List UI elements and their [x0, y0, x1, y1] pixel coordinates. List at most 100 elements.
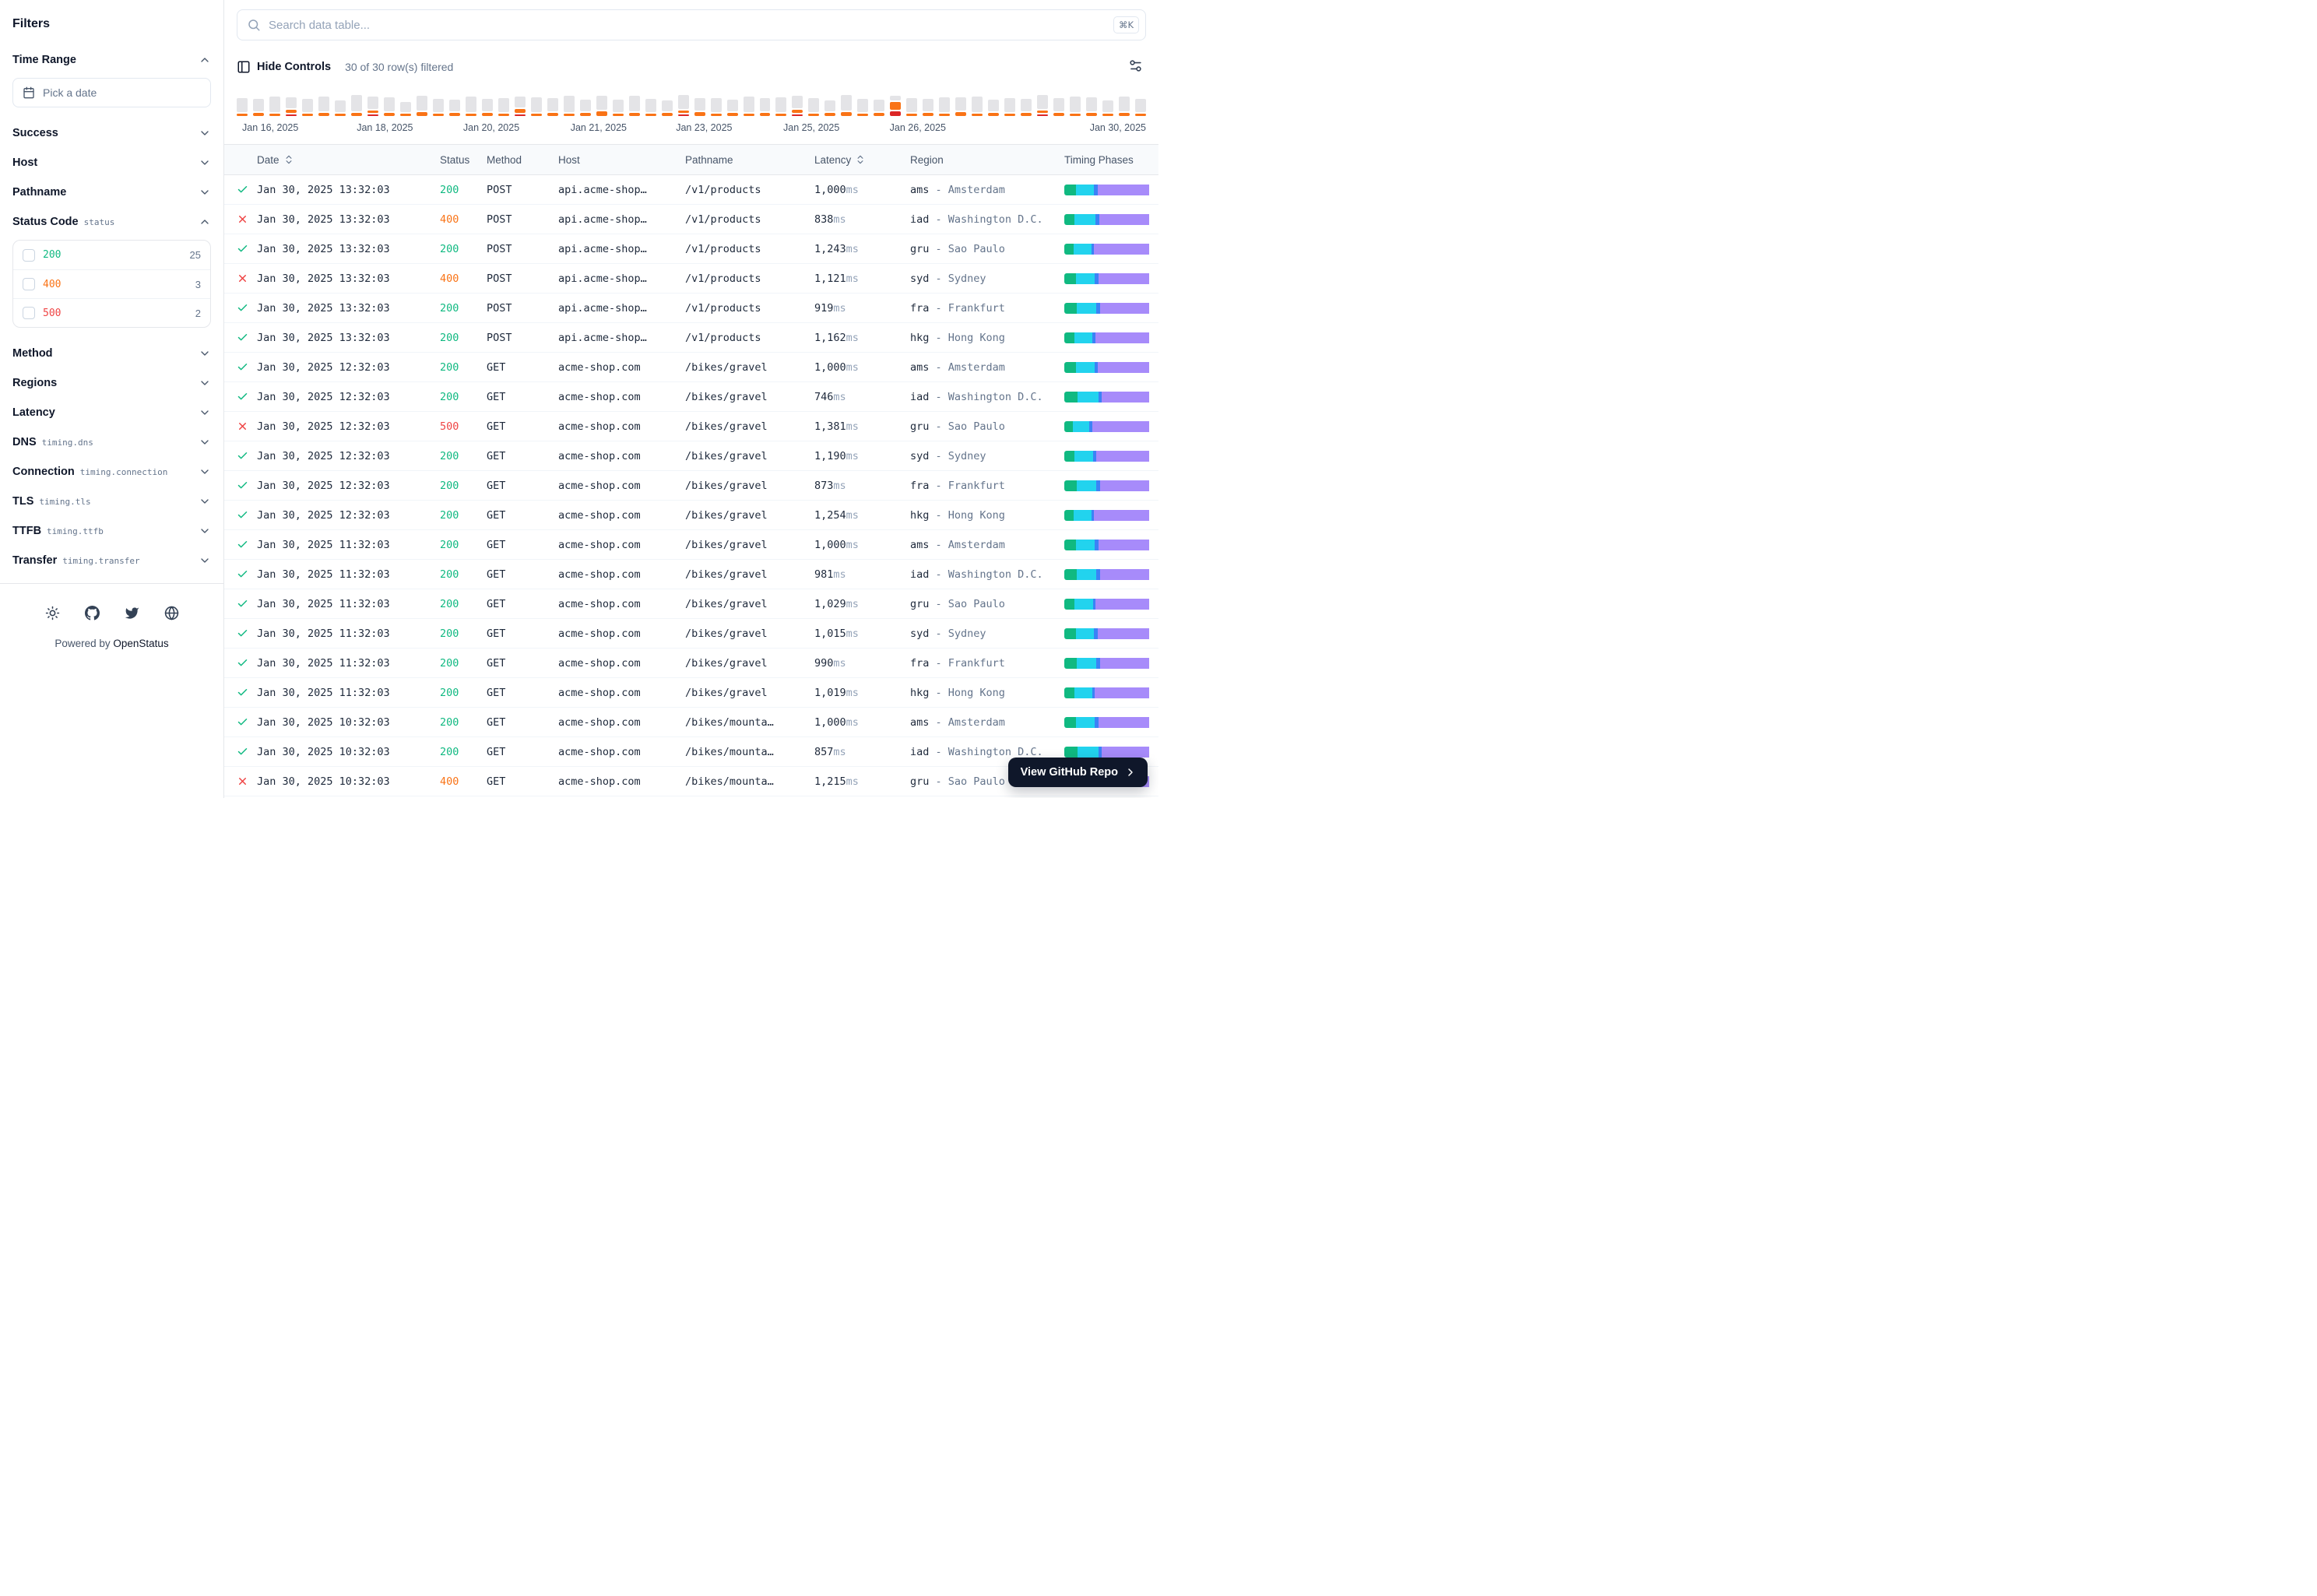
filter-section-transfer[interactable]: Transfertiming.transfer	[12, 546, 211, 575]
date-picker-trigger[interactable]: Pick a date	[12, 78, 211, 107]
filter-section-tls[interactable]: TLStiming.tls	[12, 487, 211, 516]
table-row[interactable]: Jan 30, 2025 12:32:03500GETacme-shop.com…	[224, 412, 1158, 441]
table-row[interactable]: Jan 30, 2025 12:32:03200GETacme-shop.com…	[224, 382, 1158, 412]
search-input[interactable]	[269, 19, 1106, 32]
timeline-bar[interactable]	[678, 95, 689, 116]
theme-toggle-sun-icon[interactable]	[44, 604, 62, 622]
view-options-button[interactable]	[1125, 55, 1146, 79]
timeline-bar[interactable]	[1135, 95, 1146, 116]
table-row[interactable]: Jan 30, 2025 13:32:03200POSTapi.acme-sho…	[224, 294, 1158, 323]
table-row[interactable]: Jan 30, 2025 12:32:03200GETacme-shop.com…	[224, 471, 1158, 501]
timeline-bar[interactable]	[824, 95, 835, 116]
filter-section-time-range[interactable]: Time Range	[12, 45, 211, 75]
filter-section-status-code[interactable]: Status Codestatus	[12, 207, 211, 237]
status-option-200[interactable]: 20025	[13, 241, 210, 269]
timeline-bar[interactable]	[727, 95, 738, 116]
timeline-bar[interactable]	[318, 95, 329, 116]
view-github-repo-button[interactable]: View GitHub Repo	[1008, 758, 1148, 787]
checkbox[interactable]	[23, 249, 35, 262]
table-row[interactable]: Jan 30, 2025 13:32:03200POSTapi.acme-sho…	[224, 323, 1158, 353]
timeline-bar[interactable]	[596, 95, 607, 116]
table-row[interactable]: Jan 30, 2025 12:32:03200GETacme-shop.com…	[224, 501, 1158, 530]
timeline-bar[interactable]	[988, 95, 999, 116]
timeline-bar[interactable]	[515, 95, 526, 116]
timeline-bar[interactable]	[400, 95, 411, 116]
github-icon[interactable]	[83, 604, 101, 622]
timeline-bar[interactable]	[939, 95, 950, 116]
timeline-bar[interactable]	[955, 95, 966, 116]
timeline-bar[interactable]	[874, 95, 884, 116]
table-row[interactable]: Jan 30, 2025 11:32:03200GETacme-shop.com…	[224, 678, 1158, 708]
table-row[interactable]: Jan 30, 2025 10:32:03200GETacme-shop.com…	[224, 708, 1158, 737]
timeline-bar[interactable]	[1102, 95, 1113, 116]
table-row[interactable]: Jan 30, 2025 13:32:03200POSTapi.acme-sho…	[224, 234, 1158, 264]
table-row[interactable]: Jan 30, 2025 12:32:03200GETacme-shop.com…	[224, 353, 1158, 382]
timeline-bar[interactable]	[662, 95, 673, 116]
timeline-bar[interactable]	[613, 95, 624, 116]
timeline-bar[interactable]	[1053, 95, 1064, 116]
timeline-bar[interactable]	[841, 95, 852, 116]
timeline-bar[interactable]	[629, 95, 640, 116]
timeline-bar[interactable]	[351, 95, 362, 116]
filter-section-latency[interactable]: Latency	[12, 398, 211, 427]
timeline-bar[interactable]	[972, 95, 983, 116]
timeline-bar[interactable]	[367, 95, 378, 116]
timeline-bar[interactable]	[1037, 95, 1048, 116]
filter-section-success[interactable]: Success	[12, 118, 211, 148]
table-row[interactable]: Jan 30, 2025 11:32:03200GETacme-shop.com…	[224, 589, 1158, 619]
timeline-bar[interactable]	[1070, 95, 1081, 116]
timeline-bar[interactable]	[1086, 95, 1097, 116]
timeline-bar[interactable]	[433, 95, 444, 116]
timeline-bar[interactable]	[498, 95, 509, 116]
column-header-date[interactable]: Date	[257, 154, 440, 166]
table-row[interactable]: Jan 30, 2025 12:32:03200GETacme-shop.com…	[224, 441, 1158, 471]
timeline-bar[interactable]	[792, 95, 803, 116]
table-row[interactable]: Jan 30, 2025 13:32:03200POSTapi.acme-sho…	[224, 175, 1158, 205]
timeline-bar[interactable]	[302, 95, 313, 116]
timeline-bar[interactable]	[547, 95, 558, 116]
timeline-bar[interactable]	[890, 95, 901, 116]
filter-section-dns[interactable]: DNStiming.dns	[12, 427, 211, 457]
filter-section-connection[interactable]: Connectiontiming.connection	[12, 457, 211, 487]
openstatus-link[interactable]: OpenStatus	[113, 638, 168, 649]
status-option-400[interactable]: 4003	[13, 269, 210, 298]
checkbox[interactable]	[23, 307, 35, 319]
timeline-bar[interactable]	[286, 95, 297, 116]
status-option-500[interactable]: 5002	[13, 298, 210, 327]
table-row[interactable]: Jan 30, 2025 13:32:03400POSTapi.acme-sho…	[224, 264, 1158, 294]
timeline-bar[interactable]	[417, 95, 427, 116]
filter-section-regions[interactable]: Regions	[12, 368, 211, 398]
timeline-bar[interactable]	[923, 95, 933, 116]
twitter-icon[interactable]	[123, 604, 141, 622]
table-row[interactable]: Jan 30, 2025 11:32:03200GETacme-shop.com…	[224, 530, 1158, 560]
timeline-bar[interactable]	[253, 95, 264, 116]
globe-icon[interactable]	[163, 604, 181, 622]
timeline-bar[interactable]	[237, 95, 248, 116]
hide-controls-button[interactable]: Hide Controls	[237, 60, 331, 74]
timeline-bar[interactable]	[645, 95, 656, 116]
filter-section-host[interactable]: Host	[12, 148, 211, 178]
timeline-bar[interactable]	[482, 95, 493, 116]
timeline-bar[interactable]	[857, 95, 868, 116]
timeline-bar[interactable]	[1021, 95, 1032, 116]
timeline-bar[interactable]	[808, 95, 819, 116]
timeline-bar[interactable]	[531, 95, 542, 116]
table-row[interactable]: Jan 30, 2025 11:32:03200GETacme-shop.com…	[224, 619, 1158, 649]
timeline-bar[interactable]	[564, 95, 575, 116]
timeline-bar[interactable]	[760, 95, 771, 116]
timeline-bar[interactable]	[466, 95, 476, 116]
filter-section-method[interactable]: Method	[12, 339, 211, 368]
timeline-bar[interactable]	[906, 95, 917, 116]
timeline-bar[interactable]	[335, 95, 346, 116]
timeline-bar[interactable]	[449, 95, 460, 116]
timeline-bar[interactable]	[580, 95, 591, 116]
table-row[interactable]: Jan 30, 2025 10:32:03200GETacme-shop.com…	[224, 796, 1158, 798]
table-row[interactable]: Jan 30, 2025 13:32:03400POSTapi.acme-sho…	[224, 205, 1158, 234]
timeline-bar[interactable]	[744, 95, 754, 116]
filter-section-ttfb[interactable]: TTFBtiming.ttfb	[12, 516, 211, 546]
timeline-bar[interactable]	[775, 95, 786, 116]
table-row[interactable]: Jan 30, 2025 11:32:03200GETacme-shop.com…	[224, 649, 1158, 678]
timeline-bar[interactable]	[1119, 95, 1130, 116]
timeline-bar[interactable]	[1004, 95, 1015, 116]
table-row[interactable]: Jan 30, 2025 11:32:03200GETacme-shop.com…	[224, 560, 1158, 589]
